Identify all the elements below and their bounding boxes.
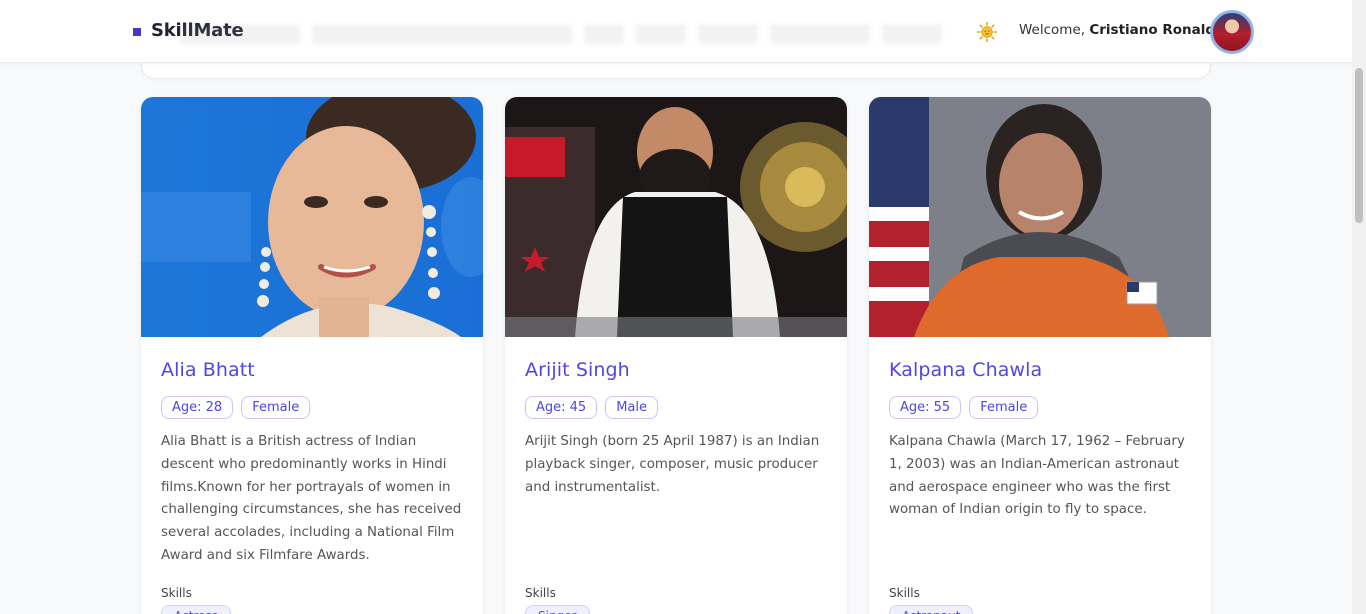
skill-chip: Singer [525,605,590,614]
profile-photo [141,97,483,337]
brand-mark-icon [133,27,141,36]
skills-label: Skills [161,586,192,600]
card-name[interactable]: Arijit Singh [525,359,827,381]
welcome-prefix: Welcome, [1019,22,1086,38]
age-tag: Age: 28 [161,396,234,419]
profile-card[interactable]: Arijit Singh Age: 45 Male Arijit Singh (… [505,97,847,614]
user-name: Cristiano Ronaldo [1089,22,1225,38]
skills-label: Skills [889,586,920,600]
welcome-message: Welcome, Cristiano Ronaldo [1019,22,1224,38]
card-name[interactable]: Alia Bhatt [161,359,463,381]
faded-filter-bar [180,14,960,54]
card-name[interactable]: Kalpana Chawla [889,359,1191,381]
skill-chip: Actress [161,605,231,614]
card-description: Kalpana Chawla (March 17, 1962 – Februar… [889,434,1185,518]
gender-tag: Female [969,396,1039,419]
gender-tag: Female [241,396,311,419]
skills-label: Skills [525,586,556,600]
age-tag: Age: 45 [525,396,598,419]
top-navbar: SkillMate Welcome, Cristiano Ronaldo [0,0,1352,63]
card-description: Alia Bhatt is a British actress of India… [161,434,462,563]
scrollbar-thumb[interactable] [1355,68,1363,223]
gender-tag: Male [605,396,658,419]
user-avatar[interactable] [1210,10,1254,54]
profile-photo [869,97,1211,337]
profile-card[interactable]: Alia Bhatt Age: 28 Female Alia Bhatt is … [141,97,483,614]
skill-chip: Astronaut [889,605,974,614]
page-scrollbar[interactable] [1352,0,1366,614]
card-description: Arijit Singh (born 25 April 1987) is an … [525,434,820,495]
age-tag: Age: 55 [889,396,962,419]
profile-card[interactable]: Kalpana Chawla Age: 55 Female Kalpana Ch… [869,97,1211,614]
sun-icon[interactable] [976,21,998,43]
profile-photo [505,97,847,337]
